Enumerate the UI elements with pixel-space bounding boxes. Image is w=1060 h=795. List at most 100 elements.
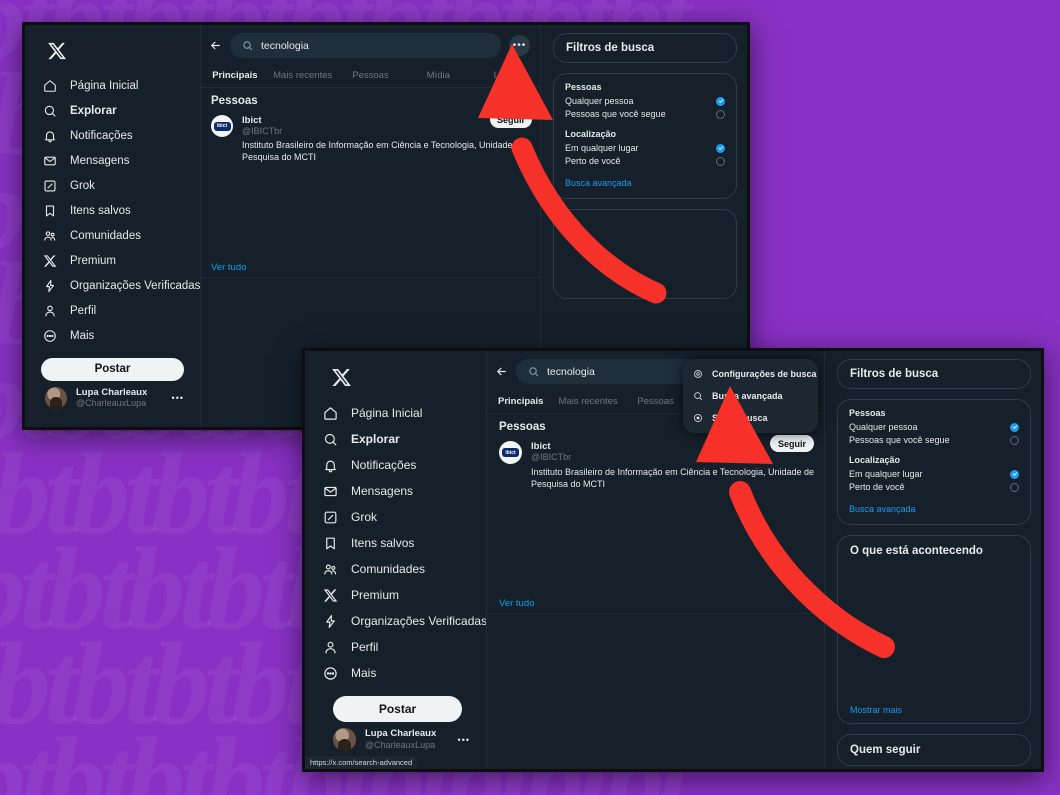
person-handle: @IBICTbr (242, 126, 283, 136)
radio-unselected-icon[interactable] (716, 109, 725, 119)
person-result[interactable]: ibict Ibict @IBICTbr Seguir (487, 433, 824, 464)
sidebar-item-mais[interactable]: Mais (25, 323, 200, 348)
bell-icon (43, 129, 57, 143)
filter-option-row[interactable]: Qualquer pessoa (565, 96, 725, 106)
sidebar-item-comunidades[interactable]: Comunidades (25, 223, 200, 248)
radio-unselected-icon[interactable] (716, 156, 725, 166)
sidebar-item-perfil[interactable]: Perfil (305, 634, 486, 660)
filter-option-row[interactable]: Em qualquer lugar (565, 143, 725, 153)
communities-icon (43, 229, 57, 243)
filter-option-row[interactable]: Pessoas que você segue (565, 109, 725, 119)
sidebar-item-mensagens[interactable]: Mensagens (305, 478, 486, 504)
sidebar-item-mensagens[interactable]: Mensagens (25, 148, 200, 173)
advanced-search-link[interactable]: Busca avançada (849, 504, 1019, 514)
menu-item-busca-avan-ada[interactable]: Busca avançada (683, 385, 818, 407)
sidebar-item-itens-salvos[interactable]: Itens salvos (305, 530, 486, 556)
x-app-bottom: Página Inicial Explorar Notificações Mensag… (305, 351, 1041, 769)
sidebar-item-notifica-es[interactable]: Notificações (305, 452, 486, 478)
see-all-wrap: Ver tudo (211, 257, 246, 275)
person-result[interactable]: ibict Ibict @IBICTbr Seguir (201, 107, 540, 137)
sidebar-item-label: Mensagens (351, 484, 414, 498)
back-arrow-icon[interactable] (495, 365, 508, 378)
advanced-search-link[interactable]: Busca avançada (565, 178, 725, 188)
tab-label: Mais recentes (558, 396, 618, 407)
account-menu-icon[interactable]: ••• (458, 735, 470, 745)
browser-status-bar: https://x.com/search-advanced (305, 756, 418, 769)
account-menu-icon[interactable]: ••• (172, 393, 184, 403)
filter-option-row[interactable]: Pessoas que você segue (849, 435, 1019, 445)
person-name: Ibict (242, 115, 262, 126)
radio-selected-icon[interactable] (1010, 469, 1019, 479)
person-avatar-label: ibict (213, 121, 231, 131)
sidebar-item-label: Itens salvos (70, 204, 131, 217)
search-more-button[interactable]: ••• (509, 35, 530, 56)
menu-item-salvar-busca[interactable]: Salvar busca (683, 407, 818, 429)
sidebar-item-p-gina-inicial[interactable]: Página Inicial (305, 400, 486, 426)
sidebar-item-label: Organizações Verificadas (351, 614, 486, 628)
sidebar-item-label: Perfil (351, 640, 379, 654)
tab-listas[interactable]: Listas (472, 64, 540, 87)
sidebar-item-explorar[interactable]: Explorar (305, 426, 486, 452)
sidebar-item-premium[interactable]: Premium (25, 248, 200, 273)
sidebar-item-grok[interactable]: Grok (305, 504, 486, 530)
follow-button[interactable]: Seguir (490, 111, 532, 128)
sidebar-item-explorar[interactable]: Explorar (25, 98, 200, 123)
filter-option-label: Perto de você (565, 156, 621, 166)
sidebar-item-mais[interactable]: Mais (305, 660, 486, 686)
post-button[interactable]: Postar (333, 696, 462, 722)
search-filters-card: Pessoas Qualquer pessoa Pessoas que você s… (837, 399, 1031, 525)
tab-label: Principais (212, 70, 258, 81)
communities-icon (323, 562, 338, 577)
tab-m-dia[interactable]: Mídia (404, 64, 472, 87)
sidebar-item-label: Premium (351, 588, 400, 602)
filter-option-row[interactable]: Perto de você (849, 482, 1019, 492)
tab-pessoas[interactable]: Pessoas (337, 64, 405, 87)
see-all-link[interactable]: Ver tudo (211, 262, 246, 273)
radio-selected-icon[interactable] (716, 143, 725, 153)
sidebar-item-premium[interactable]: Premium (305, 582, 486, 608)
filter-option-label: Em qualquer lugar (849, 469, 923, 479)
tab-mais-recentes[interactable]: Mais recentes (269, 64, 337, 87)
sidebar-item-itens-salvos[interactable]: Itens salvos (25, 198, 200, 223)
x-logo[interactable] (25, 35, 200, 73)
radio-unselected-icon[interactable] (1010, 435, 1019, 445)
radio-selected-icon[interactable] (1010, 422, 1019, 432)
back-arrow-icon[interactable] (209, 39, 222, 52)
tab-principais[interactable]: Principais (487, 390, 554, 413)
show-more-link[interactable]: Mostrar mais (850, 705, 902, 715)
x-premium-icon (43, 254, 57, 268)
follow-button[interactable]: Seguir (770, 435, 814, 452)
trends-card-bottom: O que está acontecendo Mostrar mais (837, 535, 1031, 724)
gear-icon (693, 369, 703, 379)
sidebar-item-organiza-es-verificadas[interactable]: Organizações Verificadas (305, 608, 486, 634)
account-text: Lupa Charleaux @CharleauxLupa (76, 387, 147, 409)
divider (201, 277, 540, 278)
account-switcher[interactable]: Lupa Charleaux @CharleauxLupa ••• (39, 381, 190, 415)
filter-option-row[interactable]: Em qualquer lugar (849, 469, 1019, 479)
filter-option-row[interactable]: Qualquer pessoa (849, 422, 1019, 432)
bookmark-icon (43, 204, 57, 218)
sidebar-item-p-gina-inicial[interactable]: Página Inicial (25, 73, 200, 98)
avatar (333, 728, 356, 751)
trends-card-top (553, 209, 737, 299)
search-input[interactable]: tecnologia (230, 33, 501, 58)
menu-item-label: Salvar busca (712, 413, 768, 423)
radio-unselected-icon[interactable] (1010, 482, 1019, 492)
menu-item-configura-es-de-busca[interactable]: Configurações de busca (683, 363, 818, 385)
see-all-link[interactable]: Ver tudo (499, 598, 534, 609)
account-switcher[interactable]: Lupa Charleaux @CharleauxLupa ••• (327, 722, 476, 757)
sidebar-item-perfil[interactable]: Perfil (25, 298, 200, 323)
account-text: Lupa Charleaux @CharleauxLupa (365, 728, 436, 750)
sidebar-item-comunidades[interactable]: Comunidades (305, 556, 486, 582)
x-logo[interactable] (305, 361, 486, 400)
filter-group-title: Pessoas (849, 408, 886, 418)
sidebar-item-organiza-es-verificadas[interactable]: Organizações Verificadas (25, 273, 200, 298)
sidebar-item-grok[interactable]: Grok (25, 173, 200, 198)
tab-pessoas[interactable]: Pessoas (622, 390, 689, 413)
filter-option-row[interactable]: Perto de você (565, 156, 725, 166)
tab-mais-recentes[interactable]: Mais recentes (554, 390, 621, 413)
radio-selected-icon[interactable] (716, 96, 725, 106)
post-button[interactable]: Postar (41, 358, 184, 381)
tab-principais[interactable]: Principais (201, 64, 269, 87)
sidebar-item-notifica-es[interactable]: Notificações (25, 123, 200, 148)
